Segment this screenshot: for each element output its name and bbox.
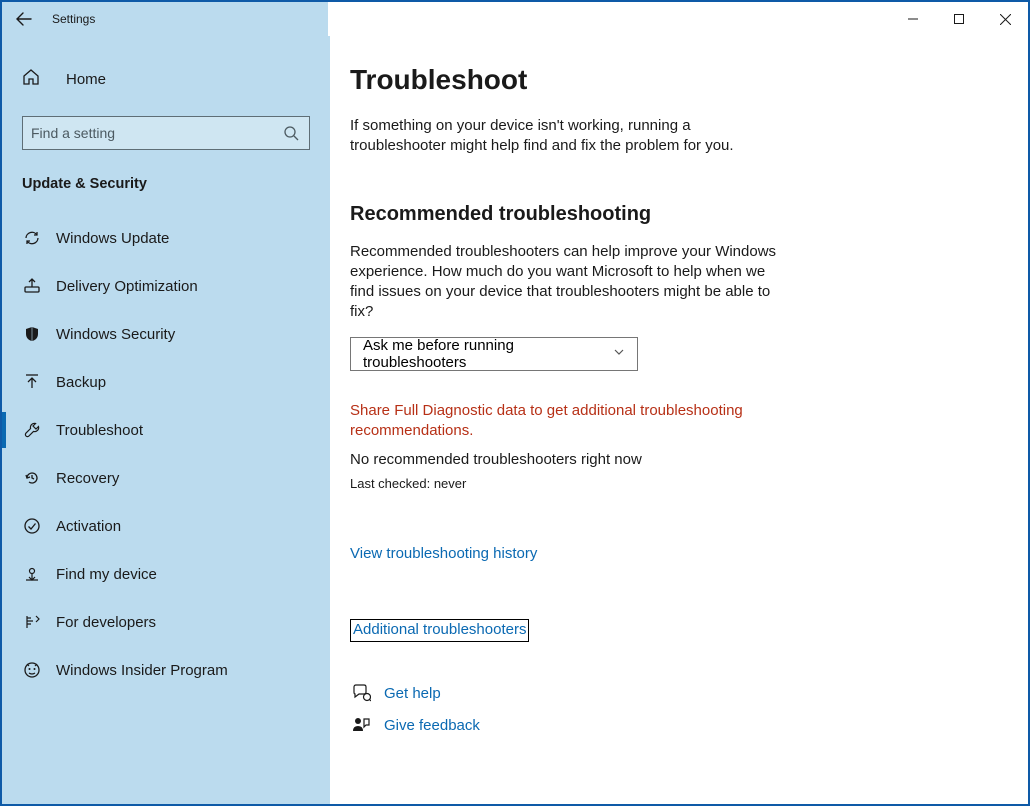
minimize-button[interactable] <box>890 2 936 36</box>
sidebar-item-label: Recovery <box>56 470 119 487</box>
insider-icon <box>22 660 42 680</box>
sidebar-item-windows-security[interactable]: Windows Security <box>2 310 330 358</box>
give-feedback-link[interactable]: Give feedback <box>384 717 480 734</box>
titlebar-left: Settings <box>2 2 328 36</box>
section-label: Update & Security <box>2 158 330 204</box>
sync-icon <box>22 228 42 248</box>
recommended-description: Recommended troubleshooters can help imp… <box>350 242 790 323</box>
search-icon <box>283 125 299 146</box>
recommended-heading: Recommended troubleshooting <box>350 203 988 226</box>
give-feedback-row: Give feedback <box>350 714 988 736</box>
search-box[interactable] <box>22 116 310 150</box>
last-checked-text: Last checked: never <box>350 476 988 491</box>
get-help-link[interactable]: Get help <box>384 685 441 702</box>
additional-troubleshooters-link[interactable]: Additional troubleshooters <box>350 619 529 642</box>
app-title: Settings <box>52 12 95 26</box>
sidebar-item-windows-insider-program[interactable]: Windows Insider Program <box>2 646 330 694</box>
get-help-row: Get help <box>350 682 988 704</box>
close-icon <box>1000 14 1011 25</box>
view-history-link[interactable]: View troubleshooting history <box>350 545 537 562</box>
diagnostic-warning: Share Full Diagnostic data to get additi… <box>350 401 790 442</box>
sidebar: Home Update & Security Windows Update <box>2 36 330 804</box>
sidebar-item-label: Delivery Optimization <box>56 278 198 295</box>
minimize-icon <box>908 14 918 24</box>
location-icon <box>22 564 42 584</box>
dropdown-value: Ask me before running troubleshooters <box>363 337 613 371</box>
feedback-icon <box>350 714 372 736</box>
back-button[interactable] <box>2 2 46 36</box>
sidebar-item-label: Windows Update <box>56 230 169 247</box>
sidebar-item-label: Backup <box>56 374 106 391</box>
close-button[interactable] <box>982 2 1028 36</box>
search-wrap <box>2 102 330 158</box>
backup-icon <box>22 372 42 392</box>
maximize-button[interactable] <box>936 2 982 36</box>
titlebar-right <box>328 2 1028 36</box>
sidebar-item-label: Troubleshoot <box>56 422 143 439</box>
sidebar-item-label: Windows Security <box>56 326 175 343</box>
sidebar-item-delivery-optimization[interactable]: Delivery Optimization <box>2 262 330 310</box>
sidebar-item-label: For developers <box>56 614 156 631</box>
maximize-icon <box>954 14 964 24</box>
titlebar: Settings <box>2 2 1028 36</box>
check-circle-icon <box>22 516 42 536</box>
sidebar-item-find-my-device[interactable]: Find my device <box>2 550 330 598</box>
home-button[interactable]: Home <box>2 56 330 102</box>
main-content: Troubleshoot If something on your device… <box>330 36 1028 804</box>
sidebar-item-for-developers[interactable]: For developers <box>2 598 330 646</box>
dev-icon <box>22 612 42 632</box>
sidebar-item-label: Find my device <box>56 566 157 583</box>
search-input[interactable] <box>31 125 301 141</box>
page-title: Troubleshoot <box>350 64 988 96</box>
chevron-down-icon <box>613 345 625 362</box>
home-icon <box>22 68 40 91</box>
sidebar-item-label: Activation <box>56 518 121 535</box>
no-recommended-text: No recommended troubleshooters right now <box>350 451 988 468</box>
nav-list: Windows Update Delivery Optimization Win… <box>2 214 330 694</box>
home-label: Home <box>66 71 106 88</box>
window-body: Home Update & Security Windows Update <box>2 36 1028 804</box>
shield-icon <box>22 324 42 344</box>
sidebar-item-recovery[interactable]: Recovery <box>2 454 330 502</box>
delivery-icon <box>22 276 42 296</box>
sidebar-item-troubleshoot[interactable]: Troubleshoot <box>2 406 330 454</box>
troubleshoot-preference-dropdown[interactable]: Ask me before running troubleshooters <box>350 337 638 371</box>
sidebar-item-backup[interactable]: Backup <box>2 358 330 406</box>
wrench-icon <box>22 420 42 440</box>
settings-window: Settings Home <box>0 0 1030 806</box>
sidebar-item-windows-update[interactable]: Windows Update <box>2 214 330 262</box>
arrow-left-icon <box>16 11 32 27</box>
recovery-icon <box>22 468 42 488</box>
page-intro: If something on your device isn't workin… <box>350 116 790 157</box>
help-icon <box>350 682 372 704</box>
sidebar-item-label: Windows Insider Program <box>56 662 228 679</box>
sidebar-item-activation[interactable]: Activation <box>2 502 330 550</box>
